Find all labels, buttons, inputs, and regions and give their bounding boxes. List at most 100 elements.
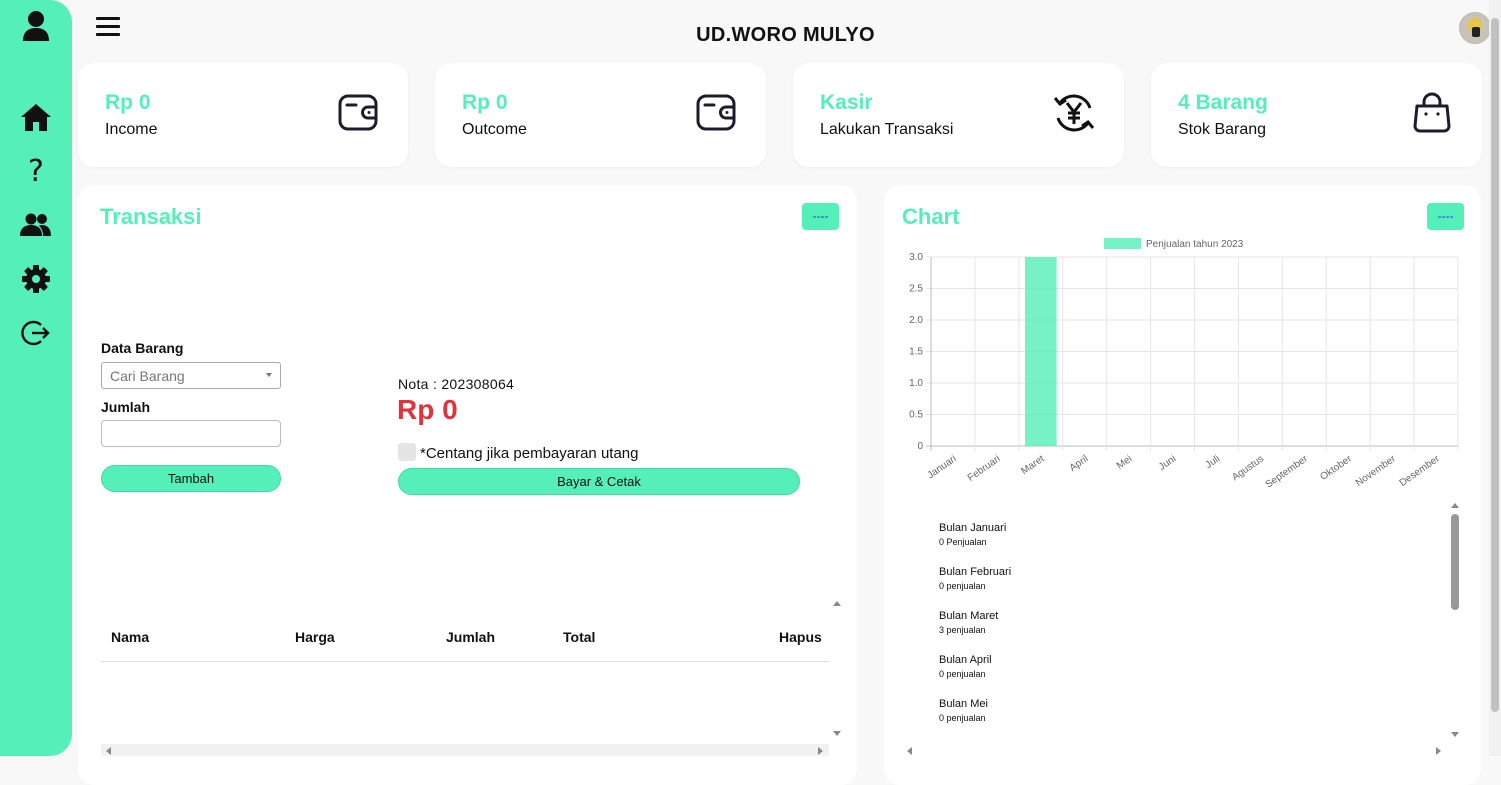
list-item: Bulan April 0 penjualan (939, 654, 992, 679)
table-scroll-left-icon[interactable] (106, 747, 111, 755)
income-value: Rp 0 (105, 91, 151, 114)
table-horizontal-scrollbar[interactable] (101, 744, 829, 756)
x-tick-label: Oktober (1318, 453, 1354, 483)
chart-title: Chart (902, 204, 960, 229)
chart-x-ticks: Januari Februari Maret April Mei Juni Juli Agus… (925, 453, 1442, 490)
jumlah-label: Jumlah (101, 399, 151, 415)
column-header-nama[interactable]: Nama (111, 629, 149, 645)
legend-swatch (1104, 238, 1141, 249)
list-scroll-thumb[interactable] (1451, 514, 1459, 610)
x-tick-label: September (1264, 453, 1311, 490)
y-tick-label: 0.5 (909, 410, 923, 421)
bayar-cetak-button[interactable]: Bayar & Cetak (398, 468, 800, 495)
chart-grid (926, 256, 1459, 451)
page-scrollbar[interactable] (1489, 0, 1501, 756)
transaksi-panel: Transaksi ---- Data Barang Cari Barang J… (78, 185, 857, 785)
jumlah-input[interactable] (101, 420, 281, 447)
list-item-title: Bulan April (939, 654, 992, 666)
main-content: UD.WORO MULYO Rp 0 Income Rp 0 Outcome K… (72, 0, 1491, 785)
chart-menu-button[interactable]: ---- (1427, 203, 1464, 230)
chart-panel: Chart ---- 0 0.5 1.0 1.5 2.0 2.5 3.0 Januari Fe… (884, 185, 1481, 785)
list-item-title: Bulan Januari (939, 522, 1007, 534)
legend-label: Penjualan tahun 2023 (1146, 239, 1244, 250)
outcome-card: Rp 0 Outcome (435, 63, 766, 167)
user-icon[interactable] (20, 10, 52, 42)
column-header-hapus[interactable]: Hapus (779, 629, 822, 645)
x-tick-label: Juli (1204, 453, 1223, 471)
users-icon[interactable] (20, 209, 52, 241)
cari-barang-select[interactable]: Cari Barang (101, 362, 281, 389)
avatar[interactable] (1459, 12, 1491, 44)
gear-icon[interactable] (20, 263, 52, 295)
data-barang-label: Data Barang (101, 340, 184, 356)
table-scroll-up-icon[interactable] (833, 601, 841, 606)
yen-exchange-icon (1052, 91, 1096, 135)
list-item-sub: 0 Penjualan (939, 537, 987, 547)
list-item: Bulan Maret 3 penjualan (939, 610, 998, 635)
chart-legend: Penjualan tahun 2023 (1104, 238, 1244, 250)
wallet-icon (336, 91, 380, 135)
list-item: Bulan Februari 0 penjualan (939, 566, 1011, 591)
y-tick-label: 1.5 (909, 347, 923, 358)
table-scroll-down-icon[interactable] (833, 731, 841, 736)
tambah-button[interactable]: Tambah (101, 465, 281, 492)
stok-label: Stok Barang (1178, 121, 1267, 138)
y-tick-label: 2.5 (909, 284, 923, 295)
y-tick-label: 0 (917, 441, 923, 452)
table-scroll-right-icon[interactable] (818, 747, 823, 755)
transaksi-title: Transaksi (100, 204, 202, 229)
column-header-harga[interactable]: Harga (295, 629, 335, 645)
chart-bars (1024, 257, 1057, 446)
y-tick-label: 1.0 (909, 378, 923, 389)
list-item-sub: 0 penjualan (939, 581, 986, 591)
wallet-icon (694, 91, 738, 135)
list-item-title: Bulan Maret (939, 610, 999, 622)
stok-value: 4 Barang (1178, 91, 1268, 114)
logout-icon[interactable] (20, 317, 52, 349)
chart-y-ticks: 0 0.5 1.0 1.5 2.0 2.5 3.0 (909, 252, 923, 452)
total-amount: Rp 0 (397, 394, 458, 425)
x-tick-label: Februari (966, 453, 1003, 483)
list-item-title: Bulan Mei (939, 698, 988, 710)
list-scroll-left-icon[interactable] (907, 747, 912, 755)
bar-maret (1024, 257, 1057, 446)
column-header-total[interactable]: Total (563, 629, 595, 645)
cari-barang-placeholder: Cari Barang (110, 368, 185, 384)
list-scroll-down-icon[interactable] (1451, 732, 1459, 737)
x-tick-label: Maret (1019, 453, 1046, 477)
sidebar: ? (0, 0, 72, 756)
home-icon[interactable] (20, 101, 52, 133)
nota-number: Nota : 202308064 (398, 376, 515, 392)
list-item: Bulan Mei 0 penjualan (939, 698, 988, 723)
x-tick-label: Juni (1157, 453, 1178, 473)
caret-down-icon (266, 373, 272, 377)
y-tick-label: 3.0 (909, 252, 923, 263)
x-tick-label: November (1354, 453, 1399, 489)
page-scroll-thumb[interactable] (1491, 18, 1499, 712)
sales-chart: 0 0.5 1.0 1.5 2.0 2.5 3.0 Januari Februari Maret… (909, 238, 1459, 491)
list-scroll-right-icon[interactable] (1436, 747, 1441, 755)
income-card: Rp 0 Income (78, 63, 408, 167)
outcome-value: Rp 0 (462, 91, 508, 114)
app-title: UD.WORO MULYO (696, 24, 875, 46)
x-tick-label: Agustus (1230, 453, 1266, 483)
list-item-sub: 0 penjualan (939, 713, 986, 723)
column-header-jumlah[interactable]: Jumlah (446, 629, 495, 645)
list-item: Bulan Januari 0 Penjualan (939, 522, 1006, 547)
utang-checkbox[interactable] (398, 443, 416, 461)
income-label: Income (105, 121, 158, 138)
outcome-label: Outcome (462, 121, 527, 138)
transaksi-menu-button[interactable]: ---- (802, 203, 839, 230)
stok-card[interactable]: 4 Barang Stok Barang (1151, 63, 1482, 167)
kasir-label: Lakukan Transaksi (820, 121, 954, 138)
table-header-divider (101, 661, 829, 662)
kasir-value: Kasir (820, 91, 873, 114)
help-icon[interactable]: ? (20, 154, 52, 189)
list-item-sub: 0 penjualan (939, 669, 986, 679)
list-item-sub: 3 penjualan (939, 625, 986, 635)
utang-label: *Centang jika pembayaran utang (420, 445, 639, 462)
list-item-title: Bulan Februari (939, 566, 1012, 578)
kasir-card[interactable]: Kasir Lakukan Transaksi (793, 63, 1124, 167)
list-scroll-up-icon[interactable] (1451, 503, 1459, 508)
x-tick-label: Desember (1398, 453, 1443, 489)
